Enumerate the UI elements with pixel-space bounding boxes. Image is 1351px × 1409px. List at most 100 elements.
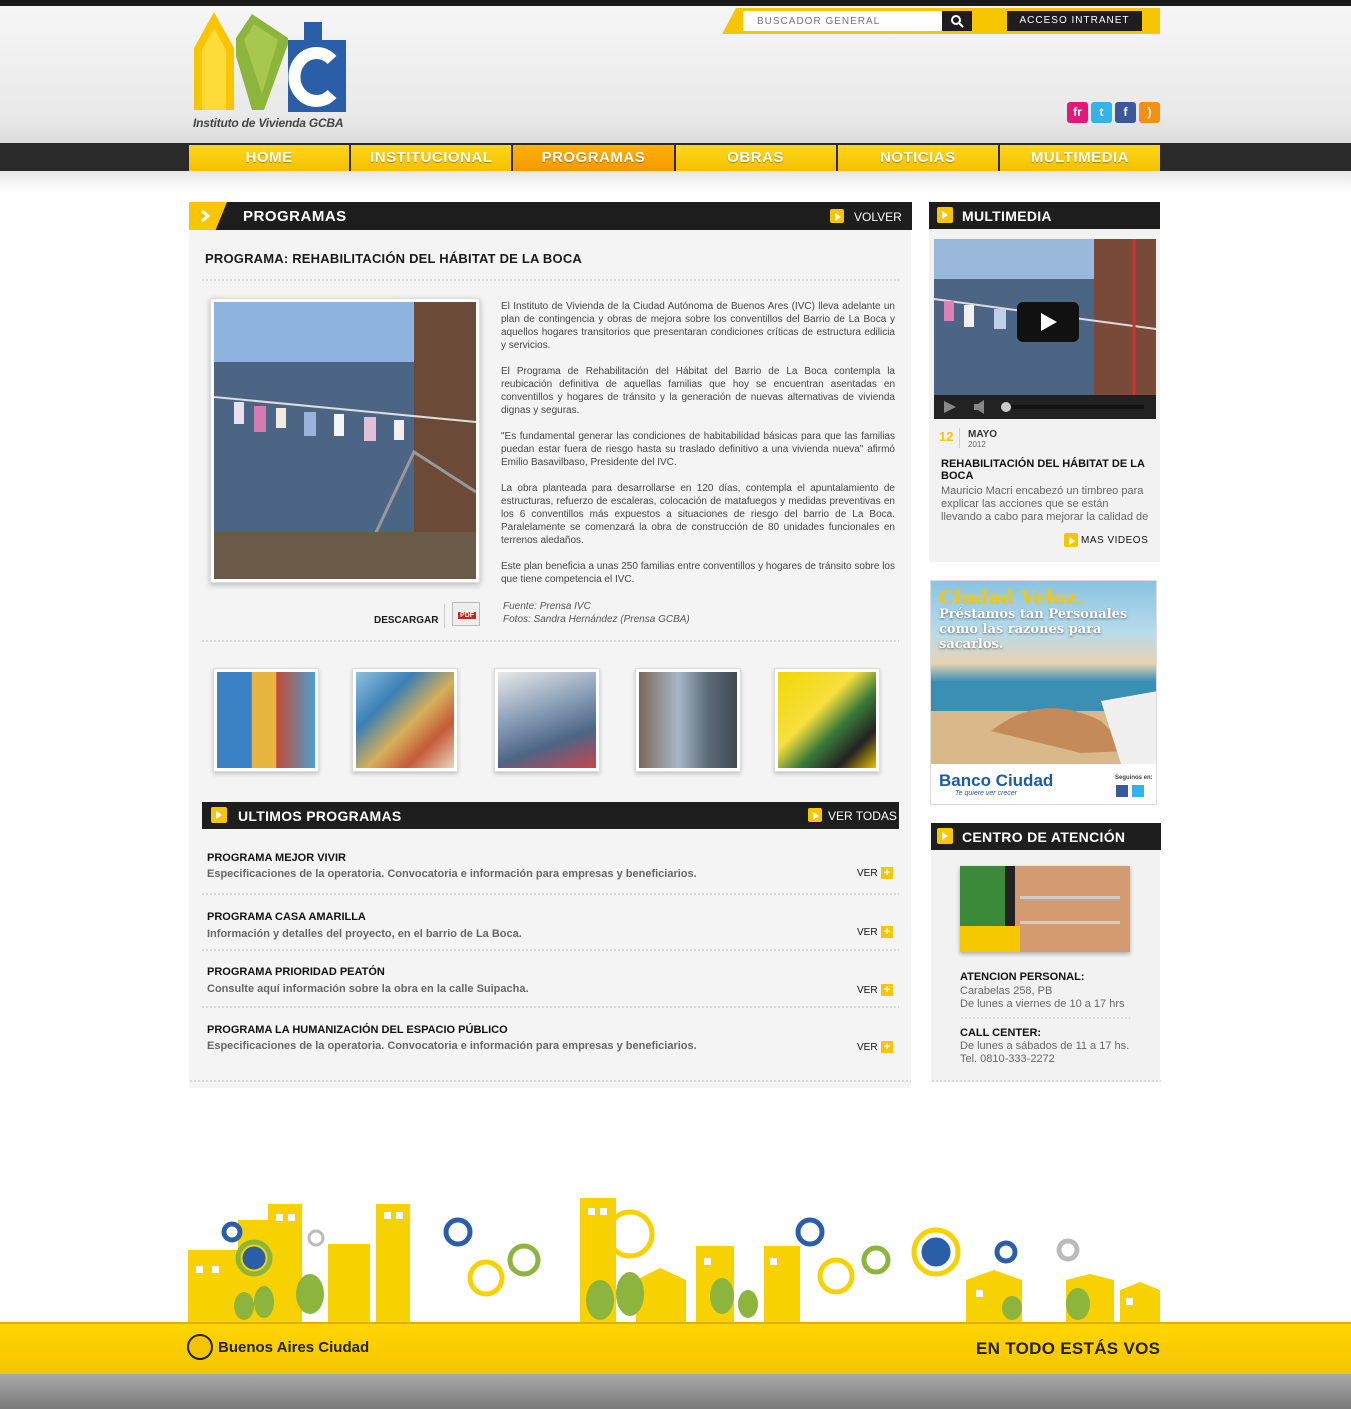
facebook-icon[interactable]: f — [1115, 102, 1136, 123]
more-videos-link[interactable]: MAS VIDEOS — [1081, 535, 1148, 546]
ver-link[interactable]: VER — [857, 927, 878, 938]
date-separator — [959, 428, 960, 448]
separator — [444, 604, 445, 628]
rss-icon[interactable]: ) — [1139, 102, 1160, 123]
ad-title: Ciudad Veloz. — [939, 587, 1084, 609]
plus-icon[interactable]: + — [881, 867, 893, 879]
arrow-icon — [808, 808, 822, 822]
programas-header: PROGRAMAS VOLVER — [189, 202, 912, 230]
flickr-icon[interactable]: fr — [1067, 102, 1088, 123]
personal-hours: De lunes a viernes de 10 a 17 hrs — [960, 998, 1125, 1010]
multimedia-title: MULTIMEDIA — [962, 208, 1052, 224]
divider — [201, 640, 899, 642]
pdf-label: PDF — [458, 612, 476, 619]
latest-programs-title: ULTIMOS PROGRAMAS — [238, 808, 402, 824]
divider — [201, 1006, 899, 1008]
thumb-image — [778, 672, 876, 768]
gallery-thumb[interactable] — [635, 668, 741, 772]
paragraph: "Es fundamental generar las condiciones … — [501, 431, 895, 468]
banco-ciudad-ad[interactable]: Ciudad Veloz. Préstamos tan Personales c… — [930, 580, 1157, 805]
paragraph: Este plan beneficia a unas 250 familias … — [501, 561, 895, 585]
facebook-icon[interactable] — [1116, 785, 1128, 797]
center-photo — [960, 866, 1130, 952]
nav-obras[interactable]: OBRAS — [675, 145, 836, 171]
photo-credit: Fotos: Sandra Hernández (Prensa GCBA) — [503, 614, 690, 625]
ad-follow: Seguinos en: — [1115, 775, 1153, 781]
twitter-icon[interactable] — [1132, 785, 1144, 797]
nav-multimedia[interactable]: MULTIMEDIA — [999, 145, 1161, 171]
plus-icon[interactable]: + — [881, 1041, 893, 1053]
video-title[interactable]: REHABILITACIÓN DEL HÁBITAT DE LA BOCA — [941, 458, 1146, 482]
callcenter-phone: Tel. 0810-333-2272 — [960, 1053, 1055, 1065]
plus-icon[interactable]: + — [881, 926, 893, 938]
logo-tagline: Instituto de Vivienda GCBA — [193, 116, 344, 130]
see-all-link[interactable]: VER TODAS — [828, 809, 897, 823]
divider — [960, 1017, 1130, 1019]
program-desc: Consulte aquí información sobre la obra … — [207, 983, 529, 995]
gallery-thumb[interactable] — [352, 668, 458, 772]
nav-programas[interactable]: PROGRAMAS — [513, 145, 674, 171]
nav-noticias[interactable]: NOTICIAS — [837, 145, 998, 171]
footer-bottom-strip — [0, 1374, 1351, 1409]
program-title[interactable]: PROGRAMA CASA AMARILLA — [207, 911, 366, 923]
nav-home[interactable]: HOME — [189, 145, 350, 171]
buenos-aires-logo-icon[interactable] — [187, 1334, 213, 1360]
personal-label: ATENCION PERSONAL: — [960, 971, 1085, 983]
program-title[interactable]: PROGRAMA LA HUMANIZACIÓN DEL ESPACIO PÚB… — [207, 1024, 508, 1036]
program-desc: Especificaciones de la operatoria. Convo… — [207, 868, 697, 880]
program-desc: Información y detalles del proyecto, en … — [207, 928, 522, 940]
source-credits: Fuente: Prensa IVC Fotos: Sandra Hernánd… — [503, 600, 690, 626]
divider — [201, 949, 899, 951]
paragraph: La obra planteada para desarrollarse en … — [501, 483, 895, 546]
play-button[interactable] — [1017, 302, 1079, 342]
arrow-icon — [937, 828, 953, 844]
ivc-logo[interactable] — [192, 10, 352, 132]
video-day: 12 — [939, 429, 954, 444]
thumb-image — [217, 672, 315, 768]
divider — [931, 1080, 1161, 1082]
footer-city-illustration — [188, 1198, 1160, 1322]
pdf-icon[interactable]: PDF — [452, 602, 480, 626]
arrow-icon — [211, 807, 227, 823]
latest-programs-header: ULTIMOS PROGRAMAS VER TODAS — [202, 802, 899, 829]
ver-link[interactable]: VER — [857, 985, 878, 996]
buenos-aires-label[interactable]: Buenos Aires Ciudad — [218, 1339, 369, 1356]
program-title[interactable]: PROGRAMA MEJOR VIVIR — [207, 852, 346, 864]
back-link[interactable]: VOLVER — [854, 210, 902, 224]
download-link[interactable]: DESCARGAR — [374, 615, 438, 626]
nav-shadow — [0, 171, 1351, 191]
arrow-icon — [937, 207, 953, 223]
ver-link[interactable]: VER — [857, 868, 878, 879]
arrow-icon — [1064, 533, 1078, 547]
thumb-image — [498, 672, 596, 768]
ver-link[interactable]: VER — [857, 1042, 878, 1053]
callcenter-label: CALL CENTER: — [960, 1027, 1042, 1039]
gallery-thumb[interactable] — [213, 668, 319, 772]
chevron-right-icon — [201, 209, 211, 223]
search-input[interactable] — [743, 11, 943, 31]
intranet-button[interactable]: ACCESO INTRANET — [1007, 11, 1142, 31]
search-button[interactable] — [942, 11, 972, 31]
video-controls — [934, 395, 1156, 419]
plus-icon[interactable]: + — [881, 984, 893, 996]
video-description: Mauricio Macri encabezó un timbreo para … — [941, 485, 1149, 523]
gallery-thumb[interactable] — [774, 668, 880, 772]
thumb-image — [356, 672, 454, 768]
center-title: CENTRO DE ATENCIÓN — [962, 829, 1126, 845]
personal-address: Carabelas 258, PB — [960, 985, 1053, 997]
gallery-thumb[interactable] — [494, 668, 600, 772]
program-title[interactable]: PROGRAMA PRIORIDAD PEATÓN — [207, 966, 385, 978]
video-year: 2012 — [968, 440, 986, 449]
main-photo — [210, 298, 480, 583]
back-arrow-icon — [830, 209, 844, 223]
source-line: Fuente: Prensa IVC — [503, 601, 591, 612]
twitter-icon[interactable]: t — [1091, 102, 1112, 123]
main-nav: HOME INSTITUCIONAL PROGRAMAS OBRAS NOTIC… — [189, 145, 1161, 171]
ad-tagline: Te quiere ver crecer — [955, 790, 1017, 797]
center-header: CENTRO DE ATENCIÓN — [931, 823, 1161, 850]
section-title: PROGRAMAS — [243, 208, 347, 225]
article-body: El Instituto de Vivienda de la Ciudad Au… — [501, 300, 895, 599]
nav-institucional[interactable]: INSTITUCIONAL — [351, 145, 512, 171]
multimedia-header: MULTIMEDIA — [929, 202, 1160, 229]
thumb-image — [639, 672, 737, 768]
